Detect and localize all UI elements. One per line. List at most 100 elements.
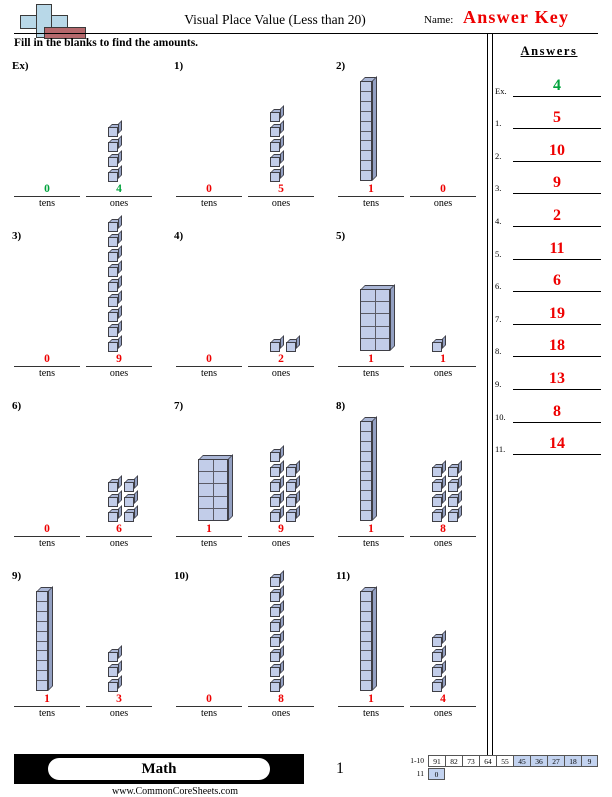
- unit-cube-icon: [270, 490, 284, 507]
- tens-answer-column[interactable]: 1 tens: [338, 692, 404, 719]
- unit-cube-icon: [108, 290, 122, 307]
- answer-value: 2: [553, 206, 561, 224]
- unit-cube-icon: [108, 475, 122, 492]
- tens-answer-value: 1: [44, 693, 50, 705]
- ones-block-group: [108, 645, 122, 692]
- answer-row: 9. 13: [493, 357, 605, 390]
- ones-answer-column[interactable]: 2 ones: [248, 352, 314, 379]
- ones-answer-column[interactable]: 6 ones: [86, 522, 152, 549]
- ones-block-row: [108, 490, 138, 507]
- ones-block-row: [270, 585, 284, 602]
- tens-answer-column[interactable]: 1 tens: [338, 182, 404, 209]
- tens-stack: [360, 586, 377, 692]
- answer-value: 4: [553, 76, 561, 94]
- unit-cube-icon: [270, 645, 284, 662]
- ones-answer-column[interactable]: 8 ones: [248, 692, 314, 719]
- unit-cube-icon: [108, 645, 122, 662]
- ones-answer-column[interactable]: 8 ones: [410, 522, 476, 549]
- tens-answer-column[interactable]: 1 tens: [14, 692, 80, 719]
- tens-answer-column[interactable]: 1 tens: [338, 352, 404, 379]
- tens-answer-column[interactable]: 1 tens: [176, 522, 242, 549]
- problem-3: 3) 0 tens 9 ones: [6, 215, 166, 390]
- unit-cube-icon: [286, 335, 300, 352]
- tens-label: tens: [362, 538, 380, 549]
- ones-answer-column[interactable]: 3 ones: [86, 692, 152, 719]
- ones-answer-column[interactable]: 9 ones: [248, 522, 314, 549]
- tens-rod-icon: [360, 586, 377, 692]
- answer-row: 5. 11: [493, 227, 605, 260]
- answer-index: 4.: [495, 215, 502, 226]
- block-illustration: [330, 236, 490, 352]
- tens-answer-column[interactable]: 0 tens: [176, 352, 242, 379]
- ones-block-row: [432, 505, 462, 522]
- tens-answer-value: 1: [368, 183, 374, 195]
- ones-block-group: [270, 105, 284, 182]
- ones-answer-column[interactable]: 5 ones: [248, 182, 314, 209]
- unit-cube-icon: [124, 505, 138, 522]
- tens-answer-column[interactable]: 0 tens: [176, 182, 242, 209]
- ones-answer-column[interactable]: 4 ones: [410, 692, 476, 719]
- unit-cube-icon: [124, 490, 138, 507]
- tens-answer-column[interactable]: 0 tens: [14, 182, 80, 209]
- unit-cube-icon: [432, 490, 446, 507]
- place-value-answer-row: 0 tens 5 ones: [168, 182, 328, 216]
- answer-row: 7. 19: [493, 292, 605, 325]
- block-illustration: [6, 215, 166, 352]
- answer-value: 5: [553, 109, 561, 127]
- unit-cube-icon: [270, 570, 284, 587]
- tens-flat-icon: [360, 284, 396, 352]
- ones-stack: [270, 105, 284, 182]
- grading-scale-cell: 73: [462, 755, 479, 767]
- grading-scale-cell: 18: [564, 755, 581, 767]
- unit-cube-icon: [108, 660, 122, 677]
- ones-block-group: [108, 120, 122, 182]
- ones-answer-value: 4: [440, 693, 446, 705]
- unit-cube-icon: [270, 585, 284, 602]
- tens-label: tens: [38, 198, 56, 209]
- tens-answer-column[interactable]: 1 tens: [338, 522, 404, 549]
- ones-answer-column[interactable]: 9 ones: [86, 352, 152, 379]
- place-value-answer-row: 0 tens 9 ones: [6, 352, 166, 386]
- ones-block-row: [270, 445, 299, 462]
- ones-label: ones: [433, 708, 453, 719]
- ones-block-row: [270, 660, 284, 677]
- ones-stack: [270, 570, 284, 692]
- ones-label: ones: [433, 538, 453, 549]
- unit-cube-icon: [270, 445, 284, 462]
- tens-stack: [36, 586, 53, 692]
- unit-cube-icon: [108, 135, 122, 152]
- unit-cube-icon: [432, 335, 446, 352]
- unit-cube-icon: [448, 460, 462, 477]
- ones-block-group: [432, 335, 446, 352]
- ones-answer-value: 5: [278, 183, 284, 195]
- tens-blocks-area: [172, 576, 246, 692]
- unit-cube-icon: [108, 275, 122, 292]
- subject-label: Math: [141, 761, 177, 777]
- unit-cube-icon: [432, 630, 446, 647]
- tens-answer-column[interactable]: 0 tens: [14, 522, 80, 549]
- ones-answer-column[interactable]: 4 ones: [86, 182, 152, 209]
- grading-scale-row: 11 0: [398, 768, 598, 780]
- unit-cube-icon: [432, 505, 446, 522]
- tens-answer-column[interactable]: 0 tens: [176, 692, 242, 719]
- ones-answer-column[interactable]: 0 ones: [410, 182, 476, 209]
- ones-stack: [432, 630, 446, 692]
- answer-index: 2.: [495, 150, 502, 161]
- unit-cube-icon: [270, 335, 284, 352]
- ones-block-row: [270, 150, 284, 167]
- ones-answer-column[interactable]: 1 ones: [410, 352, 476, 379]
- tens-blocks-area: [10, 576, 84, 692]
- unit-cube-icon: [286, 505, 300, 522]
- answer-row: 3. 9: [493, 162, 605, 195]
- ones-blocks-area: [410, 576, 486, 692]
- unit-cube-icon: [270, 150, 284, 167]
- answer-value: 11: [549, 239, 565, 257]
- answer-key-badge: Answer Key: [463, 7, 570, 27]
- tens-label: tens: [362, 708, 380, 719]
- ones-block-row: [108, 135, 122, 152]
- page-header: Visual Place Value (Less than 20) Name: …: [0, 0, 612, 40]
- tens-answer-value: 1: [368, 353, 374, 365]
- unit-cube-icon: [432, 475, 446, 492]
- tens-answer-column[interactable]: 0 tens: [14, 352, 80, 379]
- ones-label: ones: [271, 708, 291, 719]
